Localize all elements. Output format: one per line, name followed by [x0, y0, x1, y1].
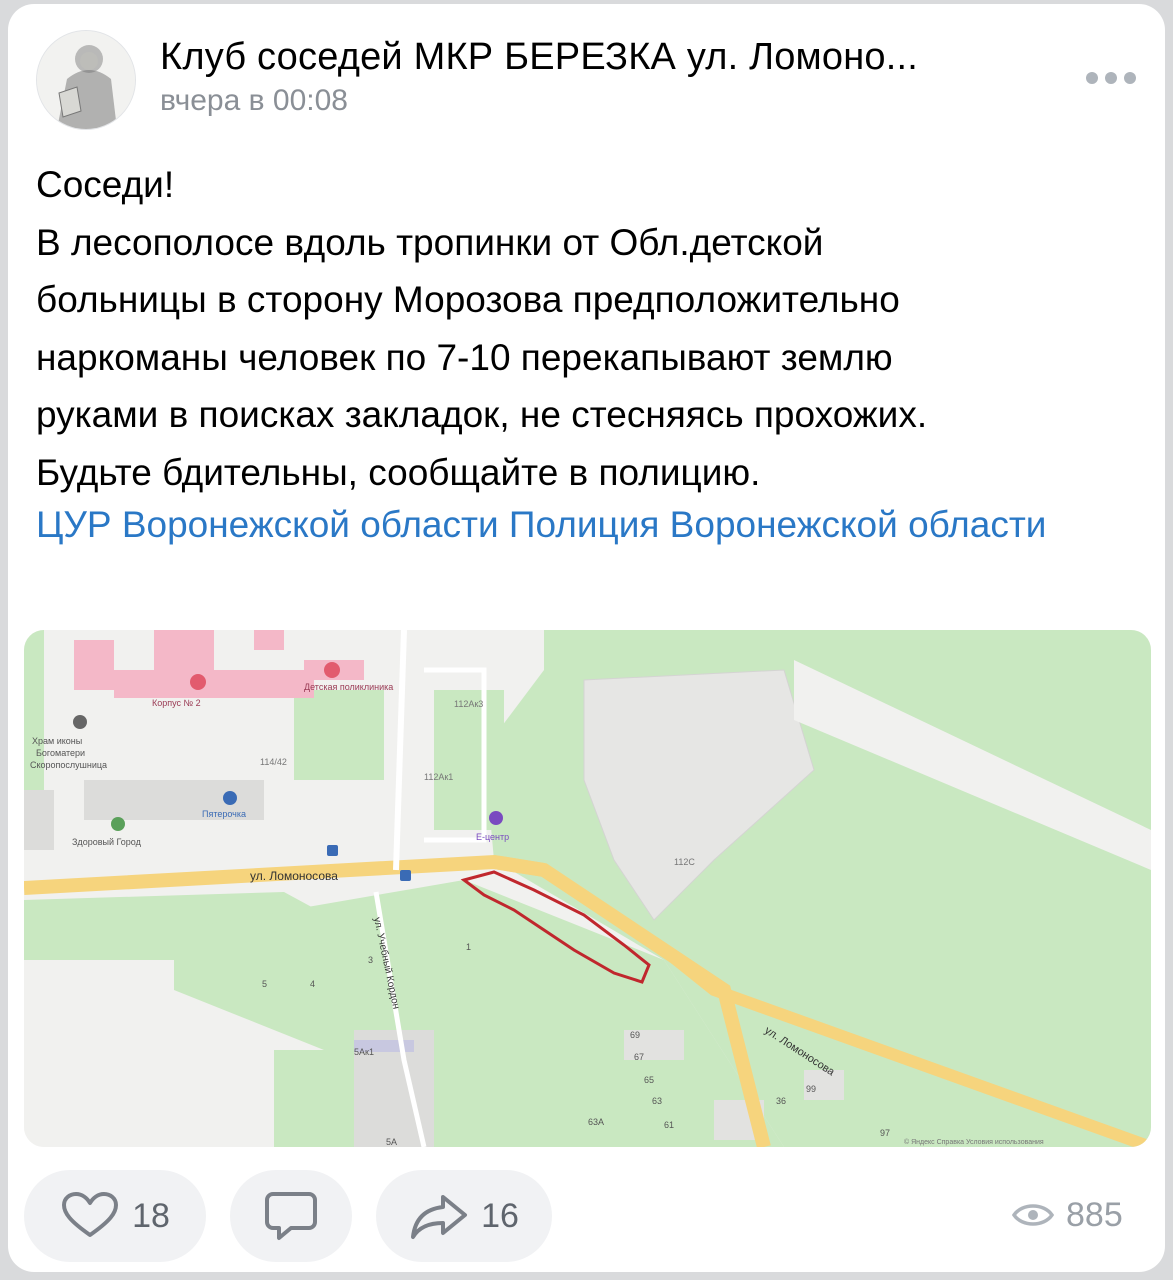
bus-stop-icon: [327, 845, 338, 856]
hospital-icon: [324, 662, 340, 678]
map-label: 99: [806, 1084, 816, 1094]
comment-icon: [265, 1192, 317, 1240]
like-button[interactable]: 18: [24, 1170, 206, 1262]
heart-icon: [62, 1192, 119, 1237]
map-image[interactable]: Корпус № 2 Детская поликлиника Храм икон…: [24, 630, 1151, 1147]
map-label: Здоровый Город: [72, 837, 142, 847]
map-label: 63: [652, 1096, 662, 1106]
church-icon: [73, 715, 87, 729]
more-options-icon[interactable]: [1086, 68, 1136, 88]
map-label: 3: [368, 955, 373, 965]
mention-link-police[interactable]: Полиция Воронежской области: [509, 504, 1047, 545]
map-label: Богоматери: [36, 748, 85, 758]
portrait-image: [37, 31, 135, 129]
text-line: больницы в сторону Морозова предположите…: [36, 279, 900, 320]
pharmacy-icon: [111, 817, 125, 831]
text-line: Будьте бдительны, сообщайте в полицию.: [36, 451, 761, 493]
comment-button[interactable]: [230, 1170, 352, 1262]
map-label: 112Ак1: [424, 772, 453, 782]
map-label: 5А: [386, 1137, 397, 1147]
map-label: 114/42: [260, 757, 287, 767]
eye-icon: [1012, 1204, 1054, 1226]
post-timestamp[interactable]: вчера в 00:08: [160, 84, 348, 118]
text-line: Соседи!: [36, 164, 175, 205]
map-label: Пятерочка: [202, 809, 246, 819]
map-copyright: © Яндекс Справка Условия использования: [904, 1138, 1044, 1146]
map-label: 36: [776, 1096, 786, 1106]
text-line: наркоманы человек по 7-10 перекапывают з…: [36, 336, 893, 378]
share-count: 16: [481, 1196, 519, 1235]
shop-icon: [223, 791, 237, 805]
map-label: 61: [664, 1120, 674, 1130]
map-label: Е-центр: [476, 832, 509, 842]
map-label: 69: [630, 1030, 640, 1040]
hospital-icon: [190, 674, 206, 690]
map-label: Скоропослушница: [30, 760, 107, 770]
text-line: руками в поисках закладок, не стесняясь …: [36, 394, 928, 435]
location-icon: [489, 811, 503, 825]
bus-stop-icon: [400, 870, 411, 881]
like-count: 18: [132, 1196, 170, 1235]
map-label: 97: [880, 1128, 890, 1138]
street-label-main: ул. Ломоносова: [250, 869, 338, 883]
map-label: 63А: [588, 1117, 604, 1127]
group-avatar[interactable]: [36, 30, 136, 130]
map-label: 5: [262, 979, 267, 989]
map-label: 4: [310, 979, 315, 989]
map-label: Храм иконы: [32, 736, 82, 746]
map-label: 5Ак1: [354, 1047, 374, 1057]
map-label: 67: [634, 1052, 644, 1062]
text-line: В лесополосе вдоль тропинки от Обл.детск…: [36, 221, 824, 263]
mention-link-tsur[interactable]: ЦУР Воронежской области: [36, 504, 499, 545]
share-button[interactable]: 16: [376, 1170, 552, 1262]
action-bar: 18 16: [0, 1170, 1173, 1262]
mentions: ЦУР Воронежской области Полиция Воронежс…: [36, 496, 1126, 554]
map-label: 112Ак3: [454, 699, 483, 709]
views-counter: 885: [1012, 1190, 1123, 1240]
share-arrow-icon: [411, 1195, 468, 1239]
map-label: Корпус № 2: [152, 698, 201, 708]
map-label: 65: [644, 1075, 654, 1085]
group-title[interactable]: Клуб соседей МКР БЕРЕЗКА ул. Ломоно...: [160, 36, 918, 79]
views-count: 885: [1066, 1195, 1123, 1234]
map-label: 1: [466, 942, 471, 952]
map-label: 112С: [674, 857, 695, 867]
post-text: Соседи! В лесополосе вдоль тропинки от О…: [36, 156, 1146, 501]
map-label: Детская поликлиника: [304, 682, 393, 692]
